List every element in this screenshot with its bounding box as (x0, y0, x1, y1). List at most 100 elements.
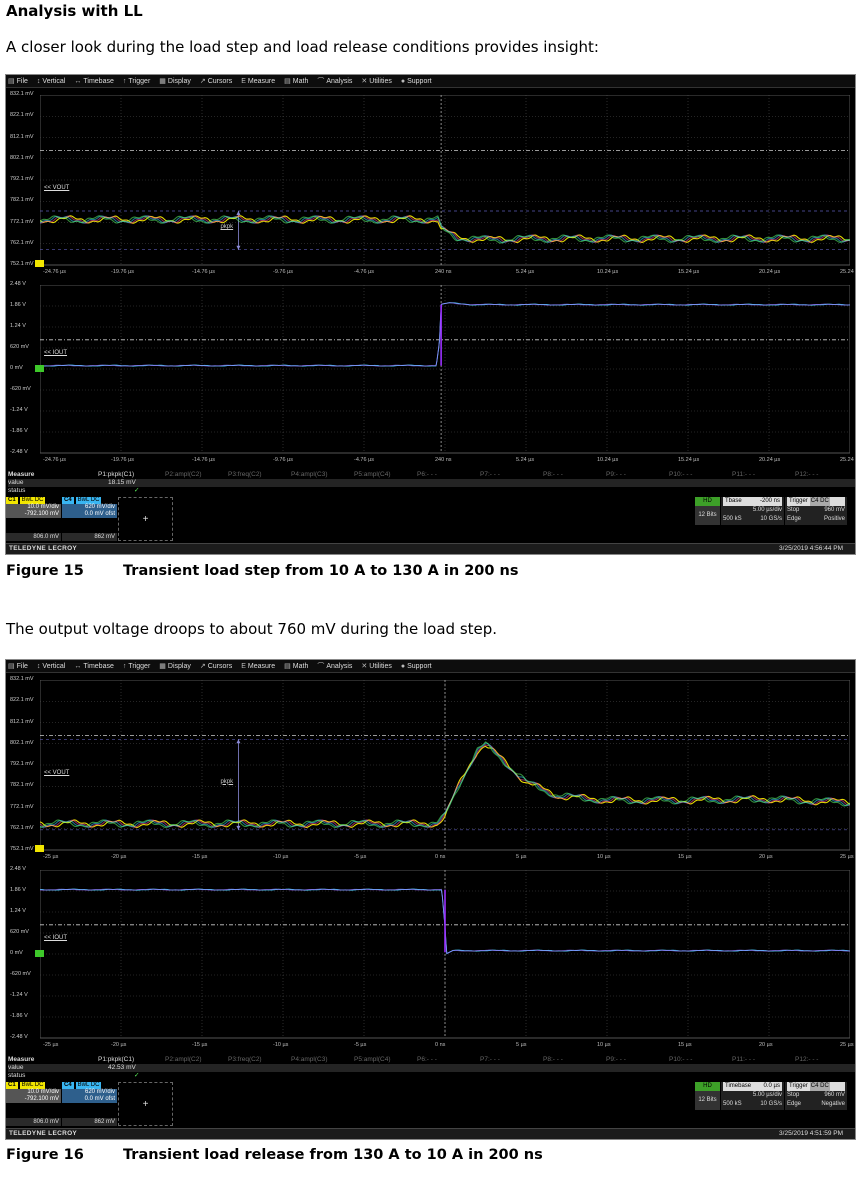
measure-param[interactable]: P5:ampl(C4) (354, 1056, 390, 1064)
measure-param[interactable]: P12:- - - (795, 1056, 818, 1064)
menu-math[interactable]: ▤ Math (284, 662, 308, 671)
x-tick-label: -9.76 µs (273, 457, 293, 463)
trigger-descriptor[interactable]: Trigger C4 DC Stop 960 mV Edge Negative (785, 1082, 847, 1110)
x-tick-label: 15 µs (678, 854, 692, 860)
menu-label: Cursors (207, 662, 233, 670)
menu-analysis[interactable]: ⌒ Analysis (317, 76, 352, 86)
measure-param[interactable]: P10:- - - (669, 471, 692, 479)
measure-param[interactable]: P8:- - - (543, 471, 563, 479)
y-tick-label: 762.1 mV (10, 239, 34, 246)
channel-flags: BwL DC (19, 1082, 46, 1089)
add-channel-button[interactable]: + (118, 497, 173, 541)
file-icon: ▤ (8, 78, 15, 85)
measure-status-row: status ✓ (8, 1072, 855, 1080)
menu-cursors[interactable]: ↗ Cursors (200, 662, 233, 671)
trigger-slope: Negative (821, 1101, 845, 1107)
menu-label: Math (292, 77, 309, 85)
x-tick-label: -4.76 µs (354, 457, 374, 463)
figure-title: Transient load release from 130 A to 10 … (123, 1147, 543, 1163)
measure-param[interactable]: P6:- - - (417, 1056, 437, 1064)
timebase-descriptor[interactable]: Timebase 0.0 µs 5.00 µs/div 500 kS 10 GS/s (721, 1082, 784, 1110)
y-tick-label: 1.24 V (10, 908, 26, 914)
menu-math[interactable]: ▤ Math (284, 77, 309, 86)
x-tick-label: 10.24 µs (597, 269, 619, 275)
measure-param[interactable]: P2:ampl(C2) (165, 471, 201, 479)
pkpk-value: 42.53 mV (108, 1064, 136, 1071)
y-tick-label: 782.1 mV (10, 197, 34, 204)
menu-display[interactable]: ▦ Display (159, 662, 191, 671)
measure-param[interactable]: P3:freq(C2) (228, 471, 262, 479)
figure-caption: Figure 15 Transient load step from 10 A t… (6, 563, 518, 579)
measure-param[interactable]: P4:ampl(C3) (291, 1056, 327, 1064)
channel-header: C4 BwL DC (62, 1082, 117, 1089)
menu-file[interactable]: ▤ File (8, 77, 28, 86)
menu-support[interactable]: ● Support (401, 663, 432, 670)
x-tick-label: 10 µs (597, 854, 611, 860)
measure-param[interactable]: P9:- - - (606, 1056, 626, 1064)
channel-level: 806.0 mV (6, 1118, 61, 1126)
ch4-descriptor[interactable]: C4 BwL DC 620 mV/div 0.0 mV ofst 862 mV (62, 1082, 117, 1126)
vertical-icon: ↕ (36, 662, 41, 670)
channel-header: C4 BwL DC (62, 497, 117, 504)
measure-param-p1[interactable]: P1:pkpk(C1) (98, 1056, 134, 1064)
capture-timestamp: 3/25/2019 4:56:44 PM (779, 545, 843, 552)
x-tick-label: 5.24 µs (516, 457, 535, 463)
measure-param[interactable]: P12:- - - (795, 471, 818, 479)
timebase-label: Timebase (725, 1083, 752, 1089)
menu-label: Display (167, 77, 191, 85)
menu-utilities[interactable]: ✕ Utilities (361, 662, 392, 671)
x-tick-label: -20 µs (111, 854, 127, 860)
menu-trigger[interactable]: ↑ Trigger (123, 663, 150, 670)
menu-label: Analysis (326, 662, 353, 670)
menu-label: Utilities (369, 662, 392, 670)
menu-label: Timebase (83, 77, 114, 85)
menu-trigger[interactable]: ↑ Trigger (123, 78, 150, 85)
measure-param[interactable]: P7:- - - (480, 1056, 500, 1064)
add-channel-button[interactable]: + (118, 1082, 173, 1126)
menu-label: Measure (247, 77, 276, 85)
vout-waveform-pane: pkpk 832.1 mV 822.1 mV 812.1 mV 802.1 mV 792.… (10, 91, 855, 279)
menu-measure[interactable]: Ε Measure (241, 78, 275, 85)
menu-vertical[interactable]: ↕ Vertical (37, 663, 65, 670)
measure-param[interactable]: P10:- - - (669, 1056, 692, 1064)
timebase-descriptor[interactable]: Tbase -200 ns 5.00 µs/div 500 kS 10 GS/s (721, 497, 784, 525)
x-tick-label: -15 µs (192, 854, 208, 860)
ch4-descriptor[interactable]: C4 BwL DC 620 mV/div 0.0 mV ofst 862 mV (62, 497, 117, 541)
measure-value-row: value 18.15 mV (8, 479, 855, 487)
y-tick-label: 792.1 mV (10, 176, 34, 182)
measure-icon: Ε (241, 77, 246, 85)
menu-utilities[interactable]: ✕ Utilities (361, 77, 391, 86)
measure-param[interactable]: P11:- - - (732, 471, 755, 479)
measure-param[interactable]: P2:ampl(C2) (165, 1056, 201, 1064)
menu-file[interactable]: ▤ File (8, 662, 28, 671)
menu-cursors[interactable]: ↗ Cursors (200, 77, 232, 86)
measure-param[interactable]: P9:- - - (606, 471, 626, 479)
menu-timebase[interactable]: ↔ Timebase (74, 78, 113, 85)
measure-icon: Ε (241, 662, 246, 670)
trigger-icon: ↑ (122, 662, 127, 670)
menu-support[interactable]: ● Support (401, 78, 432, 85)
trigger-descriptor[interactable]: Trigger C4 DC Stop 960 mV Edge Positive (785, 497, 847, 525)
menu-display[interactable]: ▦ Display (159, 77, 191, 86)
measure-param[interactable]: P11:- - - (732, 1056, 755, 1064)
menu-vertical[interactable]: ↕ Vertical (37, 78, 65, 85)
measure-param[interactable]: P3:freq(C2) (228, 1056, 262, 1064)
menu-measure[interactable]: Ε Measure (241, 663, 275, 670)
measure-param[interactable]: P7:- - - (480, 471, 500, 479)
measure-param[interactable]: P8:- - - (543, 1056, 563, 1064)
measure-param-p1[interactable]: P1:pkpk(C1) (98, 471, 134, 479)
ch1-descriptor[interactable]: C1 BwL DC 10.0 mV/div -792.100 mV 806.0 mV (6, 497, 61, 541)
timebase-sample-row: 500 kS 10 GS/s (723, 1100, 782, 1109)
measure-param[interactable]: P5:ampl(C4) (354, 471, 390, 479)
x-tick-label: -5 µs (354, 1042, 367, 1048)
trigger-type-row: Edge Negative (787, 1100, 845, 1109)
math-icon: ▤ (284, 663, 291, 670)
y-tick-label: 0 mV (10, 365, 23, 371)
menu-analysis[interactable]: ⌒ Analysis (317, 661, 352, 671)
menu-timebase[interactable]: ↔ Timebase (74, 663, 113, 670)
measure-param[interactable]: P4:ampl(C3) (291, 471, 327, 479)
ch1-descriptor[interactable]: C1 BwL DC 10.0 mV/div -792.100 mV 806.0 mV (6, 1082, 61, 1126)
trigger-label: Trigger (789, 498, 808, 504)
menu-label: Support (407, 77, 432, 85)
measure-param[interactable]: P6:- - - (417, 471, 437, 479)
